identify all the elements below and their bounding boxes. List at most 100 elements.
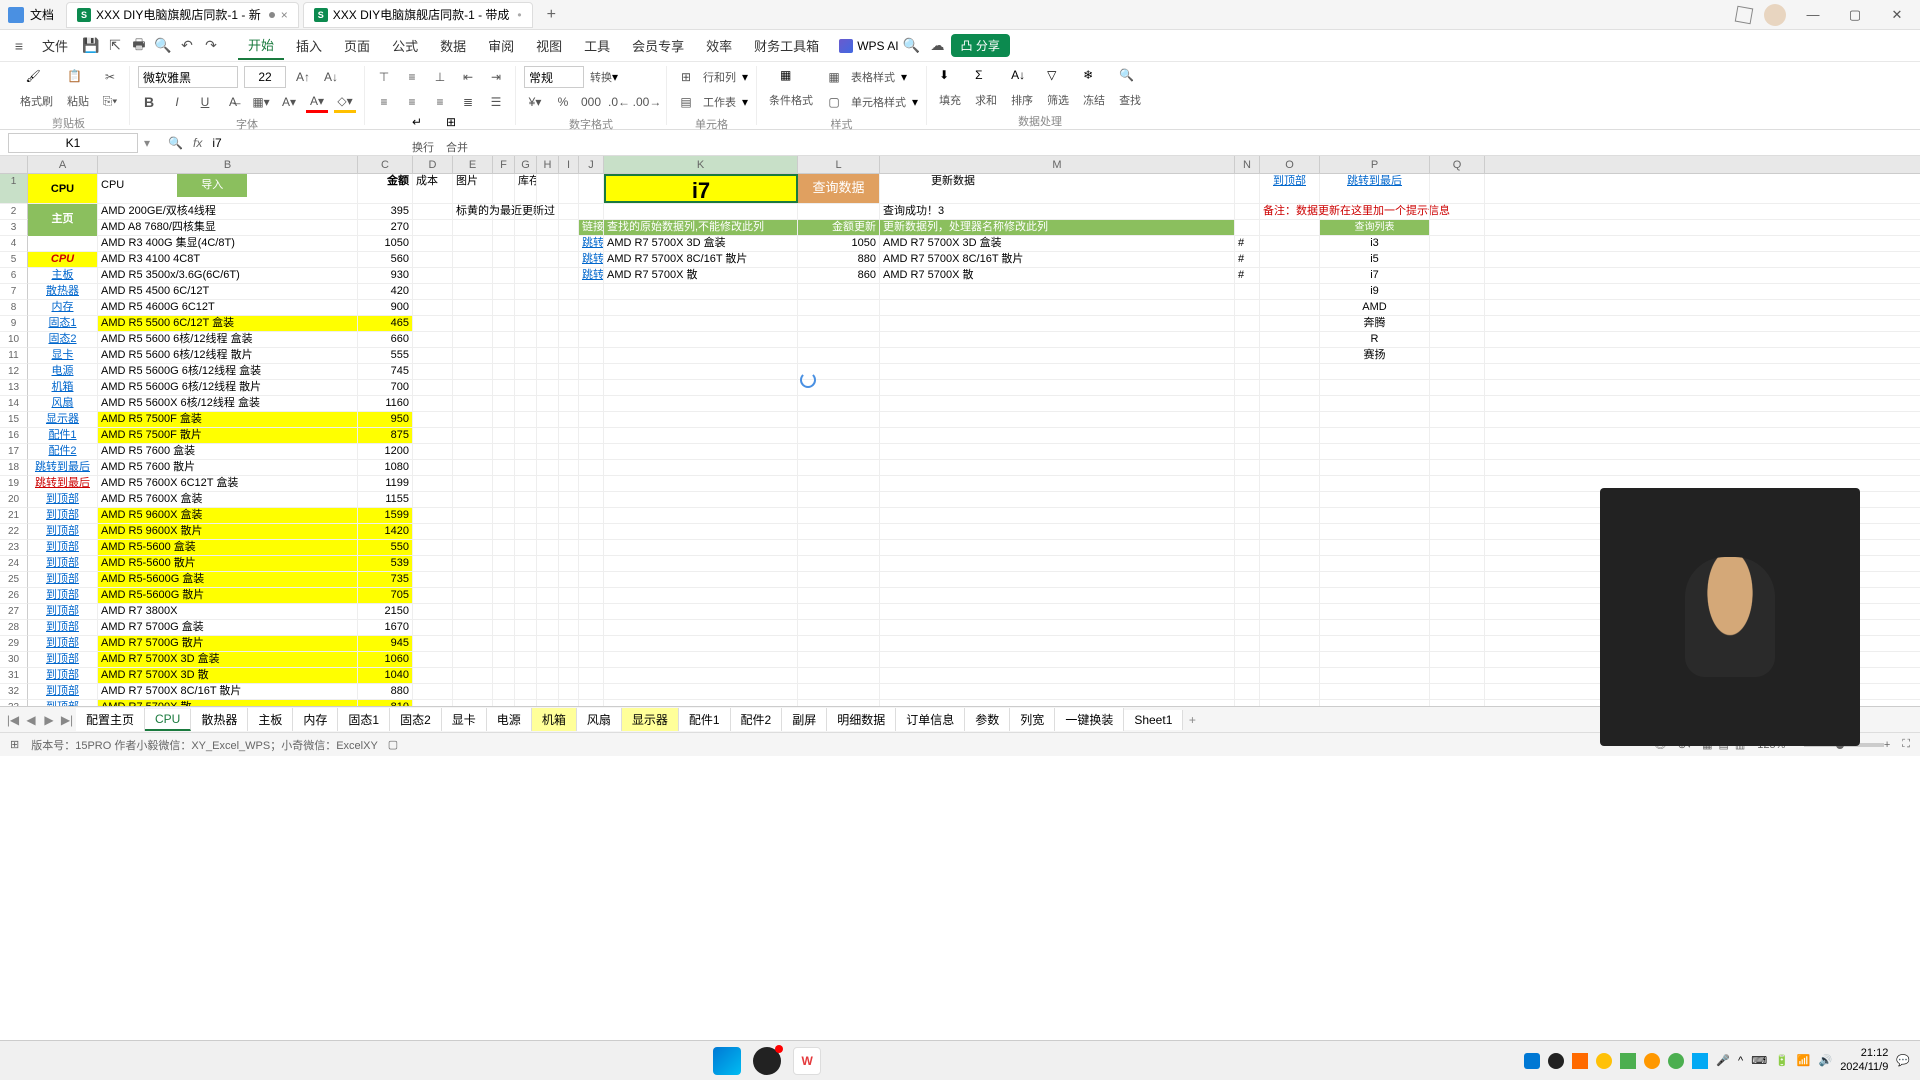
cell-f1[interactable] — [493, 174, 515, 203]
row-header-5[interactable]: 5 — [0, 252, 28, 268]
cpu-price[interactable]: 550 — [358, 540, 413, 555]
cpu-price[interactable]: 810 — [358, 700, 413, 706]
filter-item[interactable]: AMD — [1320, 300, 1430, 315]
cpu-price[interactable]: 735 — [358, 572, 413, 587]
zoom-in-button[interactable]: + — [1884, 739, 1890, 751]
find-button[interactable]: 🔍查找 — [1115, 66, 1145, 110]
sidebar-to-top[interactable]: 到顶部 — [28, 540, 98, 555]
number-format-select[interactable] — [524, 66, 584, 88]
sidebar-to-top[interactable]: 到顶部 — [28, 604, 98, 619]
record-icon[interactable]: ▢ — [388, 738, 398, 751]
decrease-decimal-icon[interactable]: .0← — [608, 91, 630, 113]
align-left-icon[interactable]: ≡ — [373, 91, 395, 113]
cpu-name[interactable]: AMD R5-5600 散片 — [98, 556, 358, 571]
align-bottom-icon[interactable]: ⊥ — [429, 66, 451, 88]
tab-1[interactable]: S XXX DIY电脑旗舰店同款-1 - 新 × — [66, 2, 299, 28]
paste-button[interactable]: 📋粘贴 — [63, 67, 93, 111]
font-effects-button[interactable]: A▾ — [278, 91, 300, 113]
zoom-formula-icon[interactable]: 🔍 — [168, 136, 183, 150]
fx-icon[interactable]: fx — [193, 136, 202, 150]
col-header-a[interactable]: A — [28, 156, 98, 173]
sheet-prev-icon[interactable]: ◀ — [22, 713, 40, 727]
sidebar-to-top[interactable]: 到顶部 — [28, 652, 98, 667]
table-style-button[interactable]: 表格样式 — [851, 69, 895, 85]
cpu-name[interactable]: AMD R5-5600G 盒装 — [98, 572, 358, 587]
align-center-icon[interactable]: ≡ — [401, 91, 423, 113]
result-price[interactable]: 1050 — [798, 236, 880, 251]
fullscreen-icon[interactable]: ⛶ — [1902, 738, 1910, 751]
col-header-m[interactable]: M — [880, 156, 1235, 173]
export-icon[interactable]: ⇱ — [104, 37, 126, 54]
link-header[interactable]: 链接 — [579, 220, 604, 235]
cond-format-button[interactable]: ▦条件格式 — [765, 66, 817, 113]
format-painter-button[interactable]: 🖌格式刷 — [16, 67, 57, 111]
cpu-name[interactable]: AMD R5 7500F 散片 — [98, 428, 358, 443]
row-header-1[interactable]: 1 — [0, 174, 28, 204]
cpu-price[interactable]: 420 — [358, 284, 413, 299]
cell-g1[interactable]: 库存 — [515, 174, 537, 203]
strikethrough-button[interactable]: A̶ — [222, 91, 244, 113]
formula-content[interactable]: i7 — [212, 136, 221, 150]
filter-item[interactable]: i9 — [1320, 284, 1430, 299]
sidebar-to-top[interactable]: 到顶部 — [28, 668, 98, 683]
col-header-o[interactable]: O — [1260, 156, 1320, 173]
row-header-19[interactable]: 19 — [0, 476, 28, 492]
cpu-price[interactable]: 1040 — [358, 668, 413, 683]
search-cell[interactable]: i7 — [604, 174, 798, 203]
print-icon[interactable]: 🖶 — [128, 34, 150, 58]
cpu-name[interactable]: AMD R5 5600G 6核/12线程 盒装 — [98, 364, 358, 379]
update-data-header[interactable]: 更新数据列，处理器名称修改此列 — [880, 220, 1235, 235]
wps-ai-button[interactable]: WPS AI — [839, 39, 898, 53]
jump-link[interactable]: 跳转 — [579, 236, 604, 251]
cpu-name[interactable]: AMD R5 5600 6核/12线程 散片 — [98, 348, 358, 363]
sidebar-to_last[interactable]: 跳转到最后 — [28, 460, 98, 475]
cpu-price[interactable]: 1160 — [358, 396, 413, 411]
sidebar-to-top[interactable]: 到顶部 — [28, 524, 98, 539]
hamburger-icon[interactable]: ≡ — [8, 38, 30, 54]
row-header-32[interactable]: 32 — [0, 684, 28, 700]
cell-b1[interactable]: CPU 导入 — [98, 174, 358, 203]
sidebar-main-2[interactable]: 主页 — [28, 204, 98, 236]
row-header-29[interactable]: 29 — [0, 636, 28, 652]
sidebar-to-top[interactable]: 到顶部 — [28, 572, 98, 587]
row-header-18[interactable]: 18 — [0, 460, 28, 476]
close-button[interactable]: ✕ — [1882, 7, 1912, 23]
cpu-name[interactable]: AMD R7 5700G 盒装 — [98, 620, 358, 635]
sheet-param[interactable]: 参数 — [965, 708, 1010, 731]
sheet-psu[interactable]: 电源 — [487, 708, 532, 731]
tray-notif-icon[interactable]: 💬 — [1896, 1054, 1910, 1067]
filter-button[interactable]: ▽筛选 — [1043, 66, 1073, 110]
query-success[interactable]: 查询成功！3 — [880, 204, 1235, 219]
underline-button[interactable]: U — [194, 91, 216, 113]
tray-icon-2[interactable] — [1548, 1053, 1564, 1069]
sheet-case[interactable]: 机箱 — [532, 708, 577, 731]
tab-close-icon[interactable]: × — [281, 8, 288, 22]
cpu-price[interactable]: 1200 — [358, 444, 413, 459]
col-header-g[interactable]: G — [515, 156, 537, 173]
row-header-8[interactable]: 8 — [0, 300, 28, 316]
tray-icon-4[interactable] — [1596, 1053, 1612, 1069]
cpu-price[interactable]: 539 — [358, 556, 413, 571]
tray-wifi-icon[interactable]: 📶 — [1797, 1054, 1811, 1067]
result-name[interactable]: AMD R7 5700X 3D 盒装 — [604, 236, 798, 251]
cpu-name[interactable]: AMD R5 9600X 盒装 — [98, 508, 358, 523]
cpu-price[interactable]: 560 — [358, 252, 413, 267]
clock[interactable]: 21:12 2024/11/9 — [1840, 1047, 1888, 1073]
result-name2[interactable]: AMD R7 5700X 8C/16T 散片 — [880, 252, 1235, 267]
col-header-b[interactable]: B — [98, 156, 358, 173]
cpu-price[interactable]: 660 — [358, 332, 413, 347]
col-header-d[interactable]: D — [413, 156, 453, 173]
sheet-order[interactable]: 订单信息 — [896, 708, 965, 731]
row-header-30[interactable]: 30 — [0, 652, 28, 668]
row-header-31[interactable]: 31 — [0, 668, 28, 684]
sheet-acc2[interactable]: 配件2 — [731, 708, 783, 731]
border-button[interactable]: ▦▾ — [250, 91, 272, 113]
result-name2[interactable]: AMD R7 5700X 3D 盒装 — [880, 236, 1235, 251]
row-header-12[interactable]: 12 — [0, 364, 28, 380]
currency-icon[interactable]: ¥▾ — [524, 91, 546, 113]
sidebar-fan[interactable]: 风扇 — [28, 396, 98, 411]
increase-font-icon[interactable]: A↑ — [292, 66, 314, 88]
row-header-2[interactable]: 2 — [0, 204, 28, 220]
row-header-11[interactable]: 11 — [0, 348, 28, 364]
sidebar-ssd2[interactable]: 固态2 — [28, 332, 98, 347]
